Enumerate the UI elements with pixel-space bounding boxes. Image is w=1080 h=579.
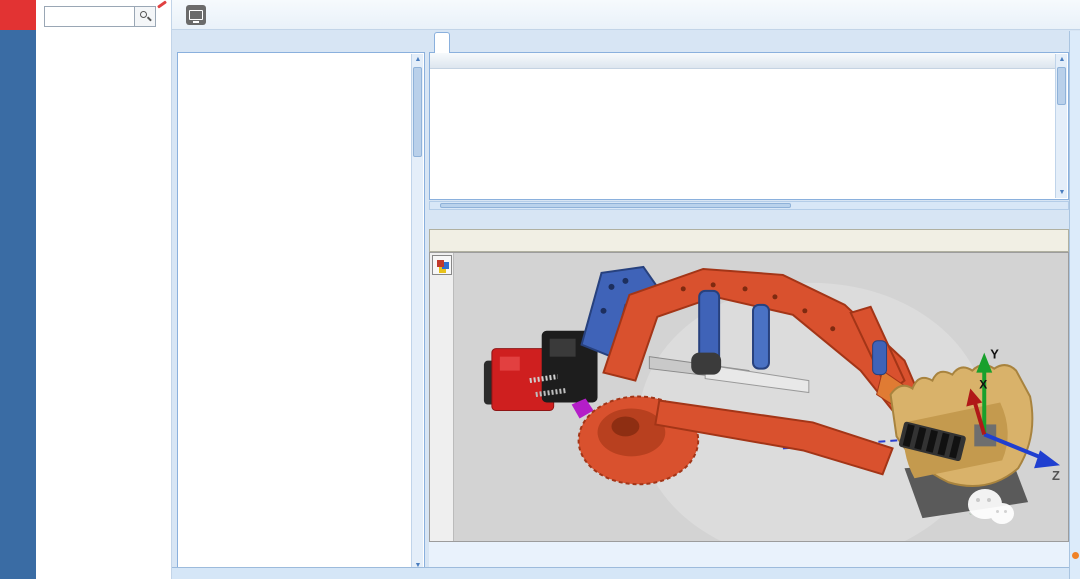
pen-marker-icon (157, 0, 167, 8)
app-rail (0, 0, 36, 579)
document-table: ▲ ▼ (429, 52, 1069, 200)
search-button[interactable] (134, 7, 155, 26)
module-sidebar (36, 0, 172, 579)
tree-scroll-thumb[interactable] (413, 67, 422, 157)
table-scrollbar[interactable]: ▲ ▼ (1055, 54, 1067, 198)
tree-scrollbar[interactable]: ▲ ▼ (411, 54, 423, 571)
wechat-bubble-small-icon (990, 503, 1014, 524)
scroll-up-icon[interactable]: ▲ (1056, 54, 1068, 65)
axis-y-label: Y (990, 347, 999, 362)
tab-doc-list[interactable] (434, 32, 450, 53)
notification-dot (1072, 552, 1079, 559)
wechat-watermark (968, 489, 1040, 527)
cad-viewer[interactable]: Y X Z (429, 252, 1069, 542)
table-hscrollbar[interactable] (429, 201, 1069, 210)
status-strip (172, 567, 1080, 579)
scroll-up-icon[interactable]: ▲ (412, 54, 424, 65)
search-input[interactable] (47, 8, 133, 25)
sidebar-search (44, 6, 156, 27)
viewer-model-button[interactable] (432, 255, 452, 275)
table-scroll-thumb[interactable] (1057, 67, 1066, 105)
table-hscroll-thumb[interactable] (440, 203, 791, 208)
header-bar (172, 0, 1080, 30)
axis-z-label: Z (1052, 468, 1060, 483)
window-right-scrollbar[interactable] (1069, 31, 1080, 579)
workspace-monitor-icon (186, 5, 206, 25)
viewer-side-strip (430, 253, 454, 541)
main-area: ▲ ▼ ▲ ▼ (172, 0, 1080, 579)
search-icon (140, 11, 147, 18)
cubes-icon (437, 260, 444, 267)
viewer-toolbar (429, 229, 1069, 252)
review-actions-bar (429, 542, 1069, 567)
axis-x-label: X (979, 378, 987, 392)
directory-tree-panel: ▲ ▼ (177, 52, 425, 573)
scroll-down-icon[interactable]: ▼ (1056, 187, 1068, 198)
plm-logo (0, 0, 36, 30)
